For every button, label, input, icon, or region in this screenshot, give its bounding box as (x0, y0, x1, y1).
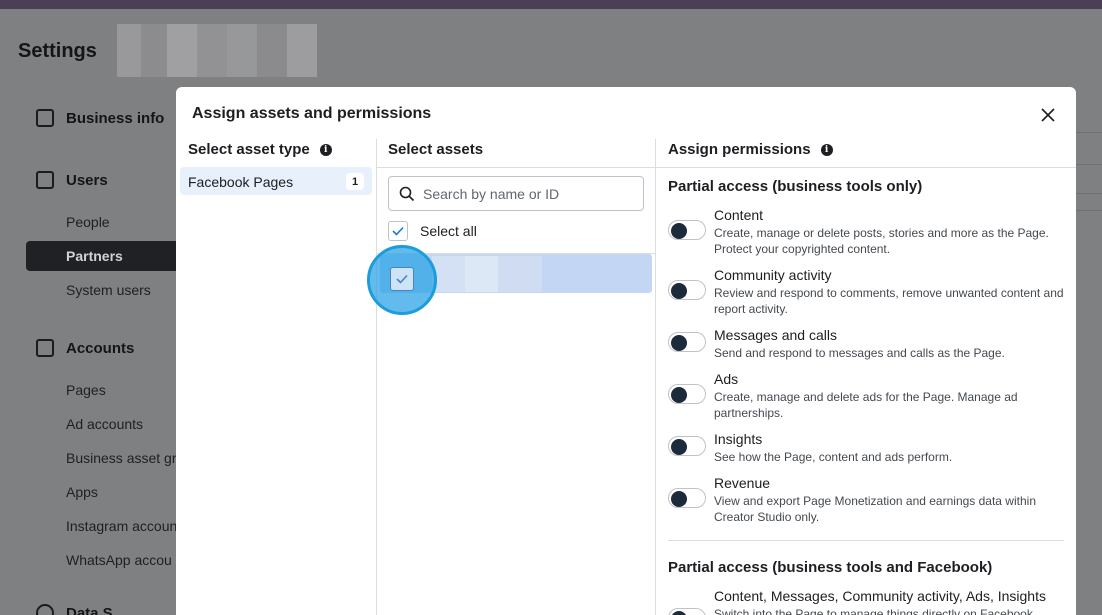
asset-checkbox[interactable] (390, 267, 414, 291)
nav-item-apps[interactable]: Apps (66, 484, 98, 500)
section-partial-business-tools: Partial access (business tools only) (668, 178, 923, 195)
search-icon (399, 186, 415, 202)
checkmark-icon (396, 274, 408, 284)
blurred-business-name (117, 24, 317, 77)
section-divider (668, 540, 1064, 541)
close-button[interactable] (1036, 103, 1060, 127)
nav-section-data-sources[interactable]: Data S (36, 604, 113, 615)
click-highlight (367, 245, 437, 315)
info-icon[interactable]: i (820, 143, 833, 156)
info-icon[interactable]: i (319, 143, 332, 156)
toggle-community-activity[interactable] (668, 280, 706, 300)
briefcase-icon (36, 109, 54, 127)
select-assets-header: Select assets (388, 141, 484, 158)
toggle-content[interactable] (668, 220, 706, 240)
toggle-knob (671, 611, 687, 615)
toggle-knob (671, 491, 687, 507)
toggle-knob (671, 283, 687, 299)
toggle-knob (671, 335, 687, 351)
toggle-revenue[interactable] (668, 488, 706, 508)
checkmark-icon (392, 226, 404, 236)
nav-section-accounts[interactable]: Accounts (36, 339, 134, 357)
bg-divider (1076, 164, 1102, 165)
blurred-asset-name (432, 256, 542, 292)
nav-item-system-users[interactable]: System users (66, 282, 151, 298)
section-partial-business-tools-and-facebook: Partial access (business tools and Faceb… (668, 559, 993, 576)
toggle-insights[interactable] (668, 436, 706, 456)
nav-item-whatsapp-accounts[interactable]: WhatsApp accou (66, 552, 172, 568)
page-title: Settings (18, 40, 97, 62)
select-all-row[interactable]: Select all (388, 221, 477, 241)
close-icon (1041, 108, 1055, 122)
assign-assets-modal: Assign assets and permissions Select ass… (176, 87, 1076, 615)
assign-permissions-header: Assign permissions i (668, 141, 833, 158)
toggle-full-facebook-access[interactable] (668, 608, 706, 615)
nav-item-pages[interactable]: Pages (66, 382, 106, 398)
bg-divider (1076, 210, 1102, 211)
column-divider (376, 139, 377, 615)
asset-type-header: Select asset type i (188, 141, 332, 158)
asset-type-facebook-pages[interactable]: Facebook Pages 1 (180, 167, 372, 195)
nav-item-business-asset-groups[interactable]: Business asset gr (66, 450, 177, 466)
people-icon (36, 604, 54, 615)
nav-section-users[interactable]: Users (36, 171, 108, 189)
id-badge-icon (36, 171, 54, 189)
toggle-ads[interactable] (668, 384, 706, 404)
search-input[interactable] (423, 177, 633, 210)
nav-item-instagram-accounts[interactable]: Instagram accoun (66, 518, 177, 534)
toggle-knob (671, 439, 687, 455)
archive-icon (36, 339, 54, 357)
select-all-checkbox[interactable] (388, 221, 408, 241)
modal-title: Assign assets and permissions (192, 105, 432, 122)
column-divider (655, 139, 656, 615)
nav-item-partners[interactable]: Partners (26, 241, 186, 271)
nav-section-business-info[interactable]: Business info (36, 109, 164, 127)
toggle-knob (671, 223, 687, 239)
nav-item-ad-accounts[interactable]: Ad accounts (66, 416, 143, 432)
bg-divider (1076, 132, 1102, 133)
count-badge: 1 (346, 173, 364, 190)
nav-item-people[interactable]: People (66, 214, 110, 230)
top-bar (0, 0, 1102, 9)
toggle-knob (671, 387, 687, 403)
bg-divider (1076, 193, 1102, 194)
header-divider (376, 167, 1076, 168)
search-field (388, 176, 644, 211)
toggle-messages-and-calls[interactable] (668, 332, 706, 352)
